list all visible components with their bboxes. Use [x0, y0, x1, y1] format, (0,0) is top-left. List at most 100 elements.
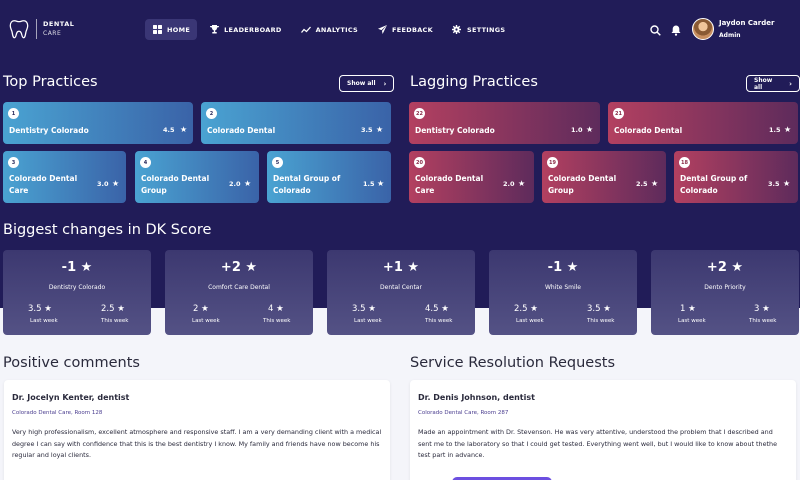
lagging-practice-card[interactable]: 20 Colorado Dental Care 2.0 ★ [409, 151, 534, 203]
dk-practice-name: Comfort Care Dental [208, 284, 270, 291]
nav-feedback-label: FEEDBACK [392, 25, 433, 34]
comment-author: Dr. Jocelyn Kenter, dentist [12, 393, 130, 402]
star-icon: ★ [244, 179, 252, 188]
practice-score: 2.0 [229, 180, 241, 188]
dk-this-number: 4 [268, 304, 274, 314]
star-icon: ★ [245, 260, 258, 275]
dk-this-label: This week [425, 318, 453, 324]
lagging-practice-card[interactable]: 21 Colorado Dental 1.5 ★ [608, 102, 798, 144]
nav-leaderboard[interactable]: LEADERBOARD [202, 19, 289, 40]
dk-change-card[interactable]: +2 ★ Comfort Care Dental 2 ★ 4 ★ Last we… [165, 250, 313, 335]
dk-change-card[interactable]: +2 ★ Dento Priority 1 ★ 3 ★ Last week Th… [651, 250, 799, 335]
star-icon: ★ [586, 125, 594, 134]
dk-change: +2 ★ [165, 260, 313, 275]
practice-score: 3.0 [97, 180, 109, 188]
practice-name: Colorado Dental Group [548, 174, 617, 195]
practice-score: 3.5 [361, 126, 373, 134]
practice-name: Dentistry Colorado [415, 126, 495, 135]
nav-home[interactable]: HOME [145, 19, 198, 40]
dk-last-value: 3.5 ★ [28, 304, 52, 314]
nav-analytics-label: ANALYTICS [315, 25, 359, 34]
search-icon[interactable] [649, 24, 661, 36]
dk-change-card[interactable]: +1 ★ Dental Centar 3.5 ★ 4.5 ★ Last week… [327, 250, 475, 335]
dk-last-label: Last week [354, 318, 382, 324]
bell-icon[interactable] [670, 24, 682, 36]
dk-change: -1 ★ [489, 260, 637, 275]
star-icon: ★ [377, 179, 385, 188]
positive-comments-title: Positive comments [3, 355, 140, 371]
chevron-right-icon: › [383, 79, 387, 88]
dk-practice-name: Dental Centar [380, 284, 422, 291]
rank-badge: 20 [414, 157, 425, 168]
practice-name: Colorado Dental Group [141, 174, 210, 195]
dk-last-label: Last week [678, 318, 706, 324]
dk-change-card[interactable]: -1 ★ White Smile 2.5 ★ 3.5 ★ Last week T… [489, 250, 637, 335]
practice-name: Dental Group of Colorado [680, 174, 748, 195]
dk-this-label: This week [101, 318, 129, 324]
dk-change: -1 ★ [3, 260, 151, 275]
top-practice-card[interactable]: 5 Dental Group of Colorado 1.5 ★ [267, 151, 391, 203]
practice-score: 1.0 [571, 126, 583, 134]
top-practice-card[interactable]: 4 Colorado Dental Group 2.0 ★ [135, 151, 259, 203]
request-text: Made an appointment with Dr. Stevenson. … [418, 428, 778, 459]
gear-icon [452, 25, 462, 35]
rank-badge: 19 [547, 157, 558, 168]
top-practice-card[interactable]: 2 Colorado Dental 3.5 ★ [201, 102, 391, 144]
lagging-practice-card[interactable]: 18 Dental Group of Colorado 3.5 ★ [674, 151, 798, 203]
comment-location: Colorado Dental Care, Room 128 [12, 410, 103, 416]
user-role: Admin [719, 32, 741, 39]
top-practice-card[interactable]: 1 Dentistry Colorado 4.5 ★ [3, 102, 193, 144]
rank-badge: 21 [613, 108, 624, 119]
dk-this-value: 3.5 ★ [587, 304, 611, 314]
star-icon: ★ [603, 304, 611, 314]
rank-badge: 1 [8, 108, 19, 119]
dk-this-value: 4.5 ★ [425, 304, 449, 314]
nav-settings[interactable]: SETTINGS [445, 19, 512, 40]
dk-this-number: 2.5 [101, 304, 115, 314]
nav-analytics[interactable]: ANALYTICS [294, 19, 365, 40]
dk-this-value: 4 ★ [268, 304, 284, 314]
comment-text: Very high professionalism, excellent atm… [12, 428, 382, 459]
nav-feedback[interactable]: FEEDBACK [370, 19, 440, 40]
star-icon: ★ [651, 179, 659, 188]
practice-score: 2.0 [503, 180, 515, 188]
dk-this-number: 3 [754, 304, 760, 314]
dk-last-number: 2.5 [514, 304, 528, 314]
dk-this-label: This week [587, 318, 615, 324]
practice-name: Dentistry Colorado [9, 126, 89, 135]
rank-badge: 5 [272, 157, 283, 168]
dk-last-number: 2 [193, 304, 199, 314]
dk-last-number: 3.5 [352, 304, 366, 314]
star-icon: ★ [566, 260, 579, 275]
dk-change-value: -1 [61, 260, 77, 275]
dk-last-value: 2 ★ [193, 304, 209, 314]
service-requests-title: Service Resolution Requests [410, 355, 616, 371]
positive-comment-card[interactable]: Dr. Jocelyn Kenter, dentist Colorado Den… [4, 380, 390, 480]
lagging-show-all-button[interactable]: Show all › [746, 75, 800, 92]
dk-practice-name: Dento Priority [704, 284, 746, 291]
dk-this-number: 3.5 [587, 304, 601, 314]
dk-change: +1 ★ [327, 260, 475, 275]
logo[interactable]: DENTAL CARE [8, 18, 74, 40]
dk-last-label: Last week [192, 318, 220, 324]
nav-home-label: HOME [167, 25, 191, 34]
send-icon [377, 25, 387, 35]
dk-change-card[interactable]: -1 ★ Dentistry Colorado 3.5 ★ 2.5 ★ Last… [3, 250, 151, 335]
avatar[interactable] [692, 18, 714, 40]
star-icon: ★ [762, 304, 770, 314]
lagging-practice-card[interactable]: 22 Dentistry Colorado 1.0 ★ [409, 102, 600, 144]
lagging-practice-card[interactable]: 19 Colorado Dental Group 2.5 ★ [542, 151, 666, 203]
top-show-all-label: Show all [347, 80, 376, 87]
rank-badge: 22 [414, 108, 425, 119]
dk-last-value: 1 ★ [680, 304, 696, 314]
star-icon: ★ [407, 260, 420, 275]
top-practice-card[interactable]: 3 Colorado Dental Care 3.0 ★ [3, 151, 126, 203]
top-show-all-button[interactable]: Show all › [339, 75, 395, 92]
nav-settings-label: SETTINGS [466, 25, 506, 34]
star-icon: ★ [180, 125, 188, 134]
star-icon: ★ [80, 260, 93, 275]
top-header: DENTAL CARE HOME LEADERBOARD ANALYTICS F… [0, 0, 800, 58]
user-name: Jaydon Carder [719, 19, 775, 27]
service-request-card[interactable]: Dr. Denis Johnson, dentist Colorado Dent… [410, 380, 796, 480]
rank-badge: 18 [679, 157, 690, 168]
